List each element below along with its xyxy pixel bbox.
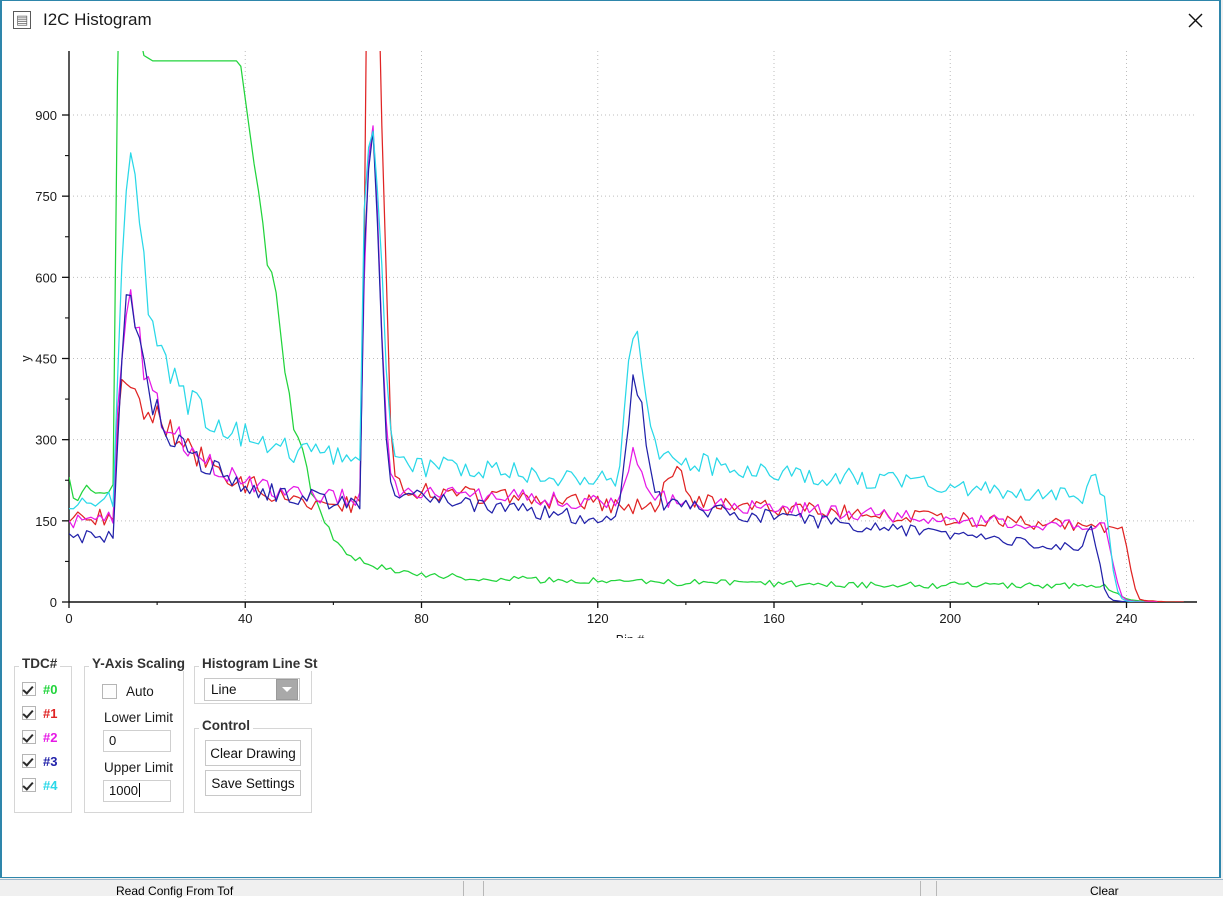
- tdc-checkbox-4[interactable]: [22, 778, 36, 792]
- background-toolbar-divider: [0, 879, 1223, 880]
- clear-drawing-button[interactable]: Clear Drawing: [205, 740, 301, 766]
- auto-scale-checkbox[interactable]: [102, 684, 117, 699]
- auto-scale-row[interactable]: Auto: [102, 684, 154, 699]
- data-series: [69, 51, 1184, 602]
- background-separator: [483, 881, 484, 896]
- histogram-plot[interactable]: 0 150 300 450 600 750 900 0 40 80 120 160 200 240 Bin …: [2, 38, 1219, 638]
- y-axis-scaling-title: Y-Axis Scaling: [89, 656, 189, 671]
- svg-text:80: 80: [414, 611, 428, 626]
- svg-text:300: 300: [35, 433, 57, 448]
- tdc-checkbox-row-4[interactable]: #4: [22, 776, 57, 794]
- svg-text:120: 120: [587, 611, 609, 626]
- tdc-checkbox-1[interactable]: [22, 706, 36, 720]
- save-settings-button[interactable]: Save Settings: [205, 770, 301, 796]
- line-style-select[interactable]: Line: [204, 678, 300, 701]
- line-style-value: Line: [211, 682, 237, 697]
- tdc-checkbox-row-2[interactable]: #2: [22, 728, 57, 746]
- svg-text:900: 900: [35, 108, 57, 123]
- auto-scale-label: Auto: [126, 684, 154, 699]
- tdc-checkbox-row-0[interactable]: #0: [22, 680, 57, 698]
- upper-limit-input[interactable]: 1000: [103, 780, 171, 802]
- upper-limit-value: 1000: [109, 783, 138, 798]
- tdc-label-4: #4: [43, 777, 58, 793]
- lower-limit-label: Lower Limit: [104, 710, 174, 725]
- svg-text:150: 150: [35, 514, 57, 529]
- svg-text:y: y: [19, 355, 33, 362]
- grid-lines: [69, 51, 1197, 602]
- control-group-title: Control: [199, 718, 253, 733]
- tdc-checkbox-row-1[interactable]: #1: [22, 704, 57, 722]
- svg-text:0: 0: [65, 611, 72, 626]
- tdc-checkbox-2[interactable]: [22, 730, 36, 744]
- svg-text:750: 750: [35, 189, 57, 204]
- svg-text:0: 0: [50, 595, 57, 610]
- histogram-plot-svg: 0 150 300 450 600 750 900 0 40 80 120 160 200 240 Bin …: [19, 51, 1197, 638]
- tdc-label-0: #0: [43, 681, 58, 697]
- background-separator: [920, 881, 921, 896]
- svg-text:160: 160: [763, 611, 785, 626]
- svg-text:240: 240: [1116, 611, 1138, 626]
- background-separator: [463, 881, 464, 896]
- tdc-label-2: #2: [43, 729, 58, 745]
- tdc-checkbox-row-3[interactable]: #3: [22, 752, 57, 770]
- window-title: I2C Histogram: [43, 9, 152, 29]
- tdc-checkbox-3[interactable]: [22, 754, 36, 768]
- tdc-checkbox-0[interactable]: [22, 682, 36, 696]
- chevron-down-icon[interactable]: [276, 679, 298, 700]
- svg-text:40: 40: [238, 611, 252, 626]
- upper-limit-label: Upper Limit: [104, 760, 174, 775]
- svg-text:200: 200: [939, 611, 961, 626]
- lower-limit-value: 0: [109, 733, 117, 748]
- text-caret: [138, 783, 140, 797]
- close-icon[interactable]: [1181, 7, 1209, 33]
- title-bar: ▤ I2C Histogram: [2, 1, 1219, 38]
- labview-app-icon: ▤: [13, 10, 31, 29]
- tdc-group-title: TDC#: [19, 656, 61, 671]
- axis-labels: 0 150 300 450 600 750 900 0 40 80 120 160 200 240 Bin …: [19, 108, 1137, 638]
- tdc-label-1: #1: [43, 705, 58, 721]
- line-style-title: Histogram Line St: [199, 656, 321, 671]
- i2c-histogram-window: ▤ I2C Histogram 0 150 300 450 600 750 900 0 40 80…: [0, 0, 1221, 878]
- background-separator: [936, 881, 937, 896]
- control-panel: TDC# #0 #1 #2 #3 #4 Y-Axis Scaling Auto …: [14, 656, 324, 821]
- app-icon-glyph: ▤: [16, 12, 29, 28]
- svg-text:Bin #: Bin #: [616, 633, 645, 638]
- svg-text:600: 600: [35, 270, 57, 285]
- lower-limit-input[interactable]: 0: [103, 730, 171, 752]
- svg-text:450: 450: [35, 352, 57, 367]
- tdc-label-3: #3: [43, 753, 58, 769]
